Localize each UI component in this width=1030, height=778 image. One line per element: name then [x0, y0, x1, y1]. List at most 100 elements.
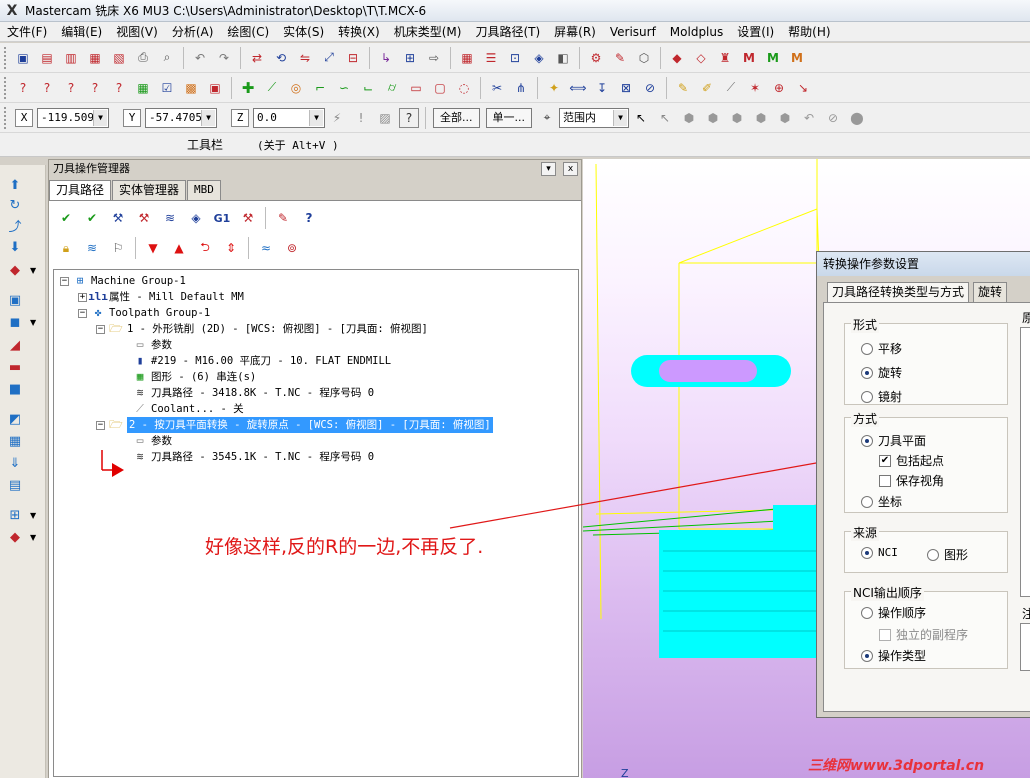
radio-op-order[interactable]: 操作顺序 [861, 604, 926, 621]
cplane-icon[interactable]: ♜ [715, 48, 735, 68]
move-insert-up-icon[interactable]: ▲ [169, 238, 189, 258]
chevron-down-icon[interactable]: ▼ [309, 109, 323, 126]
cube-icon[interactable]: ◼ [5, 312, 25, 332]
xform-light-icon[interactable]: ✦ [544, 78, 564, 98]
statistics-icon[interactable]: ▦ [133, 78, 153, 98]
solid-red-icon[interactable]: ◆ [5, 260, 25, 280]
move-down-icon[interactable]: ⬇ [5, 237, 25, 257]
create-chamfer-icon[interactable]: ⌙ [358, 78, 378, 98]
tab-rotate[interactable]: 旋转 [973, 282, 1008, 302]
selection-mask-icon[interactable]: ⌖ [537, 108, 557, 128]
x-coordinate-field[interactable]: -119.5090 ▼ [37, 107, 109, 128]
close-icon[interactable]: x [563, 162, 578, 176]
pencil-icon[interactable]: ✐ [697, 78, 717, 98]
tree-row-op1-geometry[interactable]: ▦ 图形 - (6) 串连(s) [132, 369, 257, 385]
check-independent-sub[interactable]: 独立的副程序 [879, 626, 968, 643]
chevron-down-icon[interactable]: ▼ [613, 109, 627, 126]
repaint-icon[interactable]: ◈ [529, 48, 549, 68]
create-fillet-icon[interactable]: ⌐ [310, 78, 330, 98]
chevron-down-icon[interactable]: ▼ [30, 533, 36, 542]
arrow-icon[interactable]: ↘ [793, 78, 813, 98]
chevron-down-icon[interactable]: ▼ [30, 266, 36, 275]
verify-selection-icon[interactable]: ↶ [799, 108, 819, 128]
color-icon[interactable]: ▩ [181, 78, 201, 98]
tree-row-op1-coolant[interactable]: ⟋ Coolant... - 关 [132, 401, 244, 417]
high-feed-icon[interactable]: ✎ [273, 208, 293, 228]
view-iso-icon[interactable]: ◇ [691, 48, 711, 68]
menu-analyze[interactable]: 分析(A) [165, 22, 221, 42]
radio-tool-plane-button[interactable] [861, 434, 873, 447]
xform-dim-icon[interactable]: ⊘ [640, 78, 660, 98]
print-preview-icon[interactable]: ⌕ [157, 48, 177, 68]
zoom-fit-icon[interactable]: ⊡ [505, 48, 525, 68]
radio-op-type[interactable]: 操作类型 [861, 647, 926, 664]
chevron-down-icon[interactable]: ▼ [201, 109, 215, 126]
shell-icon[interactable]: ■ [5, 379, 25, 399]
select-hex-icon[interactable]: ⬢ [679, 108, 699, 128]
verify-icon[interactable]: ⚙ [586, 48, 606, 68]
menu-screen[interactable]: 屏幕(R) [547, 22, 603, 42]
menu-machine-type[interactable]: 机床类型(M) [387, 22, 469, 42]
create-circle-icon[interactable]: ◎ [286, 78, 306, 98]
check-save-view[interactable]: 保存视角 [879, 472, 944, 489]
only-display-icon[interactable]: ≈ [256, 238, 276, 258]
grid-icon[interactable]: ▦ [457, 48, 477, 68]
layers-icon[interactable]: ▣ [205, 78, 225, 98]
boolean-icon[interactable]: ◩ [5, 409, 25, 429]
break-icon[interactable]: ⋔ [511, 78, 531, 98]
menu-settings[interactable]: 设置(I) [730, 22, 781, 42]
xform-project-icon[interactable]: ⊠ [616, 78, 636, 98]
box-icon[interactable]: ▣ [5, 290, 25, 310]
radio-mirror[interactable]: 镜射 [861, 388, 902, 405]
select-hex2-icon[interactable]: ⬢ [703, 108, 723, 128]
post-g1-icon[interactable]: G1 [212, 208, 232, 228]
slice-icon[interactable]: ▬ [5, 357, 25, 377]
analyze-angle-icon[interactable]: ? [61, 78, 81, 98]
tab-toolpaths[interactable]: 刀具路径 [49, 180, 112, 201]
tree-row-machine-group[interactable]: − ⊞ Machine Group-1 [60, 273, 186, 289]
menu-xform[interactable]: 转换(X) [331, 22, 387, 42]
toolpath-array-icon[interactable]: ⊞ [400, 48, 420, 68]
select-hex5-icon[interactable]: ⬢ [775, 108, 795, 128]
menu-edit[interactable]: 编辑(E) [54, 22, 109, 42]
rotate-view-icon[interactable]: ↻ [5, 195, 25, 215]
regenerate-dirty-icon[interactable]: ⚒ [134, 208, 154, 228]
xform-translate-icon[interactable]: ⇄ [247, 48, 267, 68]
analyze-distance-icon[interactable]: ? [37, 78, 57, 98]
target-icon[interactable]: ⊕ [769, 78, 789, 98]
clear-selection-icon[interactable]: ⊘ [823, 108, 843, 128]
extrude-icon[interactable]: ◢ [5, 335, 25, 355]
save-as-icon[interactable]: ▤ [37, 48, 57, 68]
undo-icon[interactable]: ↶ [190, 48, 210, 68]
xform-stretch-icon[interactable]: ⟺ [568, 78, 588, 98]
view-top-icon[interactable]: ◆ [667, 48, 687, 68]
lock-op-icon[interactable]: 🔒︎ [56, 238, 76, 258]
check-include-start[interactable]: ✔ 包括起点 [879, 452, 944, 469]
move-up-icon[interactable]: ⬆ [5, 175, 25, 195]
layer-cube-icon[interactable]: ▦ [5, 431, 25, 451]
radio-rotate[interactable]: 旋转 [861, 364, 902, 381]
tree-row-op1-tool[interactable]: ▮ #219 - M16.00 平底刀 - 10. FLAT ENDMILL [132, 353, 391, 369]
collapse-icon[interactable]: − [96, 420, 105, 430]
radio-coordinate-button[interactable] [861, 495, 873, 508]
xform-scale-icon[interactable]: ⤢ [319, 48, 339, 68]
cursor-window-icon[interactable]: ↖ [655, 108, 675, 128]
shading-icon[interactable]: ◧ [553, 48, 573, 68]
redo-icon[interactable]: ↷ [214, 48, 234, 68]
radio-geometry-button[interactable] [927, 548, 939, 561]
create-point-icon[interactable]: ✚ [238, 78, 258, 98]
create-rectangle-icon[interactable]: ▭ [406, 78, 426, 98]
check-solid-icon[interactable]: ☑ [157, 78, 177, 98]
radio-nci[interactable]: NCI [861, 546, 898, 559]
snap-icon[interactable]: ▨ [375, 108, 395, 128]
tree-row-toolpath-group[interactable]: − ✤ Toolpath Group-1 [78, 305, 210, 321]
radio-translate-button[interactable] [861, 342, 873, 355]
solids-icon[interactable]: ⬡ [634, 48, 654, 68]
radio-rotate-button[interactable] [861, 366, 873, 379]
range-select-dropdown[interactable]: 范围内 ▼ [559, 107, 629, 128]
relation-icon[interactable]: ⊚ [282, 238, 302, 258]
red-cube-icon[interactable]: ◆ [5, 527, 25, 547]
ops-help-icon[interactable]: ? [299, 208, 319, 228]
radio-translate[interactable]: 平移 [861, 340, 902, 357]
clipped-list[interactable] [1020, 327, 1030, 597]
